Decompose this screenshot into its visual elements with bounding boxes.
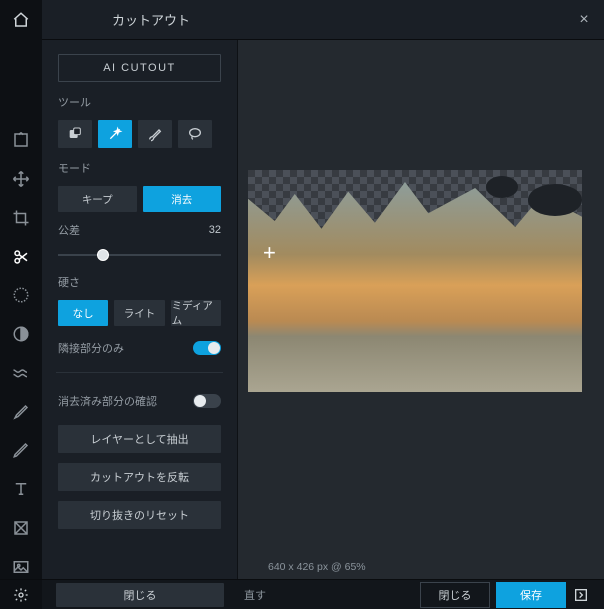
confirm-erased-label: 消去済み部分の確認 [58,393,157,409]
tolerance-value: 32 [209,224,221,236]
divider [56,372,223,373]
contiguous-label: 隣接部分のみ [58,340,124,356]
liquify-icon[interactable] [8,361,34,386]
hardness-none-button[interactable]: なし [58,300,108,326]
cutout-panel: AI CUTOUT ツール モード キープ 消去 公差 32 硬さ [42,40,238,579]
footer-close-button[interactable]: 閉じる [420,582,490,608]
footer: 閉じる 直す 閉じる 保存 [0,579,604,609]
shape-tool-button[interactable] [58,120,92,148]
draw-icon[interactable] [8,438,34,463]
titlebar: カットアウト × [0,0,604,40]
mode-remove-button[interactable]: 消去 [143,186,222,212]
close-button[interactable]: × [564,0,604,40]
settings-button[interactable] [0,580,42,609]
crop-icon[interactable] [8,206,34,231]
confirm-erased-toggle[interactable] [193,394,221,408]
fill-icon[interactable] [8,516,34,541]
canvas-area[interactable]: + 640 x 426 px @ 65% [238,40,604,579]
tolerance-slider[interactable] [58,248,221,262]
expand-button[interactable] [566,580,596,609]
panel-close-button[interactable]: 閉じる [56,583,224,607]
brush-tool-button[interactable] [138,120,172,148]
home-button[interactable] [0,0,42,40]
redo-label[interactable]: 直す [238,587,266,603]
text-icon[interactable] [8,477,34,502]
invert-cutout-button[interactable]: カットアウトを反転 [58,463,221,491]
panel-title: カットアウト [42,10,564,29]
tolerance-label: 公差 [58,222,80,238]
save-button[interactable]: 保存 [496,582,566,608]
tool-label: ツール [58,94,221,110]
arrange-icon[interactable] [8,128,34,153]
magic-tool-button[interactable] [98,120,132,148]
hardness-light-button[interactable]: ライト [114,300,164,326]
contrast-icon[interactable] [8,322,34,347]
erased-blob [528,184,582,216]
reset-crop-button[interactable]: 切り抜きのリセット [58,501,221,529]
move-icon[interactable] [8,167,34,192]
adjust-icon[interactable] [8,283,34,308]
tool-column [0,40,42,579]
mode-keep-button[interactable]: キープ [58,186,137,212]
mode-label: モード [58,160,221,176]
ai-cutout-button[interactable]: AI CUTOUT [58,54,221,82]
cutout-icon[interactable] [8,244,34,269]
image-icon[interactable] [8,554,34,579]
crosshair-cursor: + [263,240,276,266]
contiguous-toggle[interactable] [193,341,221,355]
lasso-tool-button[interactable] [178,120,212,148]
canvas-dimensions: 640 x 426 px @ 65% [268,561,374,573]
extract-layer-button[interactable]: レイヤーとして抽出 [58,425,221,453]
brush-icon[interactable] [8,399,34,424]
hardness-medium-button[interactable]: ミディアム [171,300,221,326]
erased-blob [486,176,518,198]
hardness-label: 硬さ [58,274,221,290]
